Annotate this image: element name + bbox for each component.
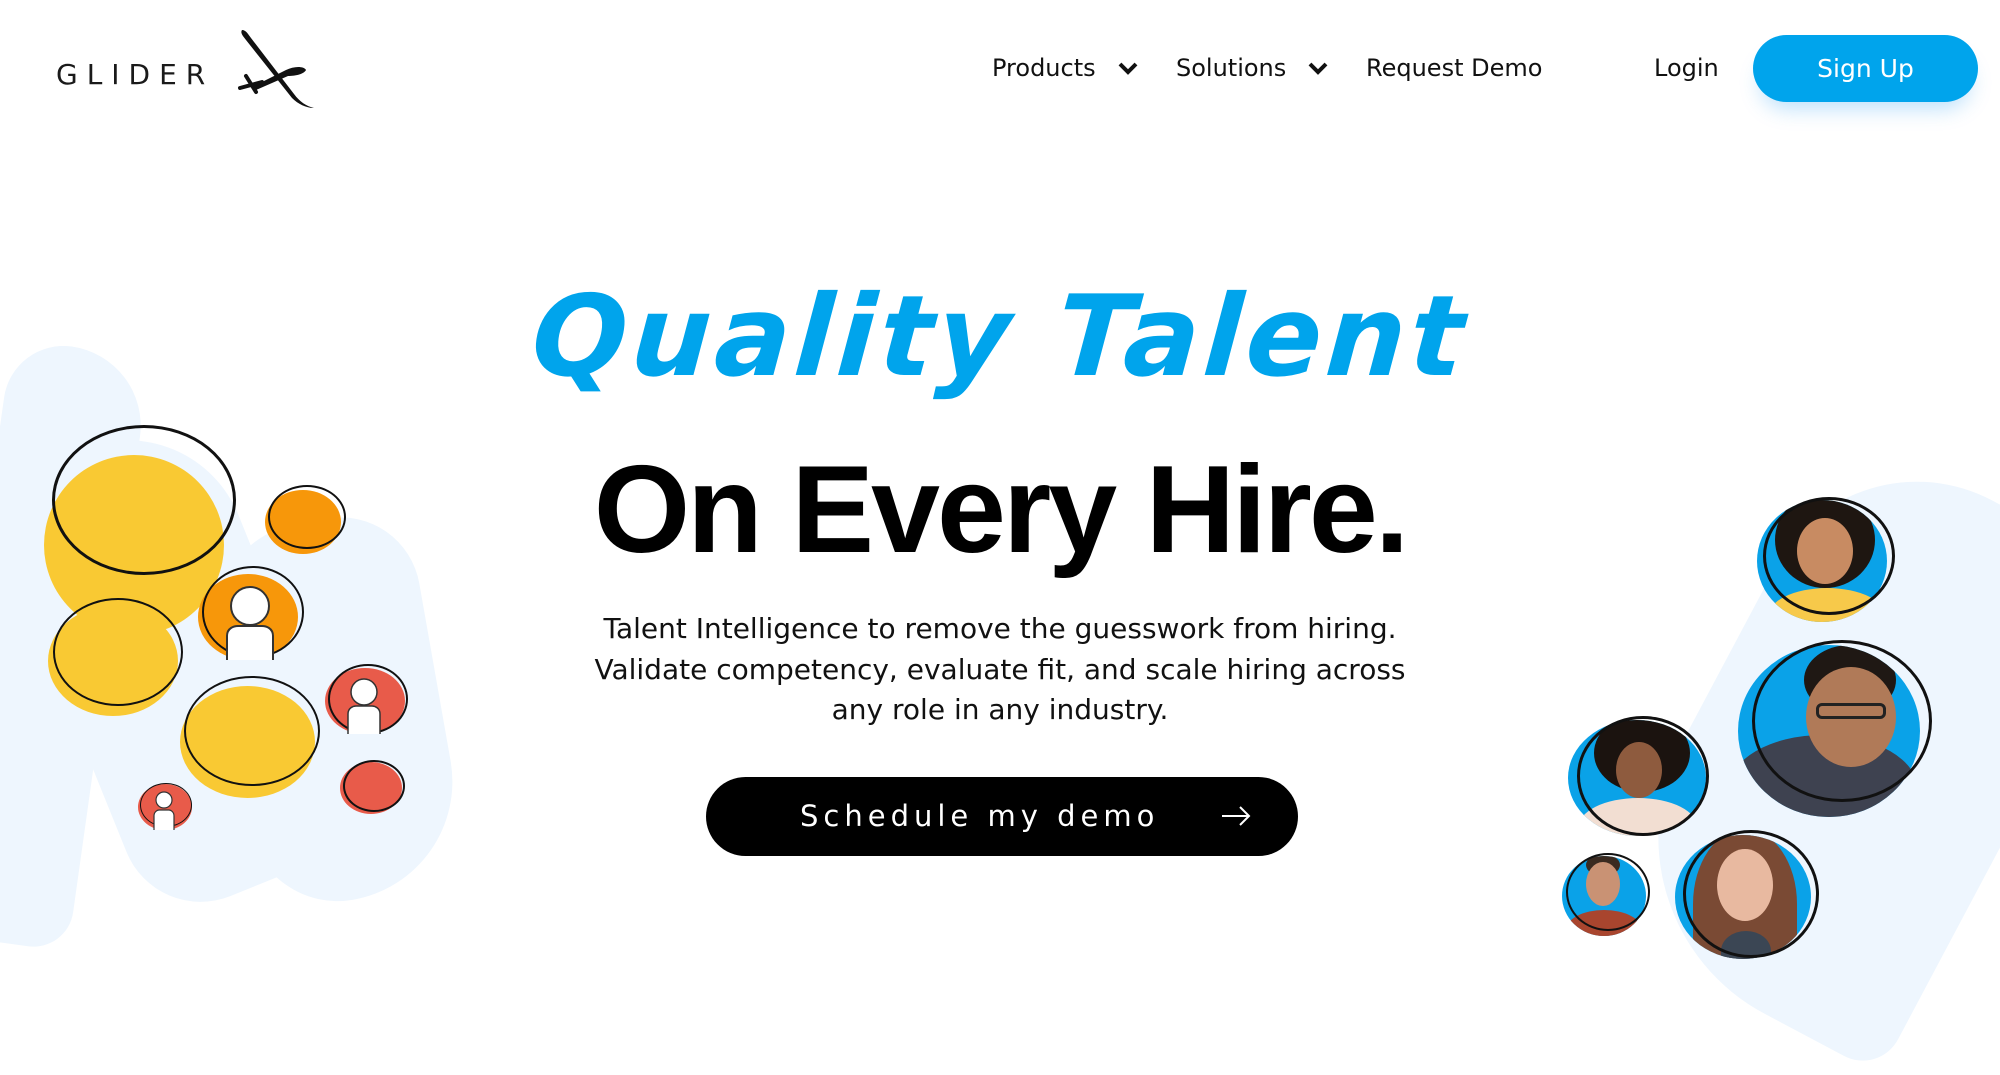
hero-headline-accent: Quality Talent (527, 272, 1473, 402)
schedule-demo-label: Schedule my demo (800, 799, 1160, 833)
glider-plane-icon[interactable] (234, 26, 320, 112)
person-icon (347, 678, 381, 734)
avatar-outline (1752, 640, 1932, 802)
circle-outline (53, 598, 183, 706)
arrow-right-icon (1222, 806, 1251, 826)
circle-outline (268, 485, 346, 549)
avatar-outline (1683, 830, 1819, 958)
avatar-outline (1566, 853, 1650, 931)
nav-products[interactable]: Products (992, 52, 1096, 84)
sign-up-button[interactable]: Sign Up (1753, 35, 1978, 102)
person-icon (226, 586, 274, 660)
logo-wordmark[interactable]: GLIDER (56, 58, 214, 91)
person-icon (153, 791, 175, 830)
schedule-demo-button[interactable]: Schedule my demo (706, 777, 1298, 856)
avatar-outline (1577, 716, 1709, 836)
circle-outline (343, 760, 405, 812)
circle-outline (52, 425, 236, 575)
avatar-outline (1763, 497, 1895, 615)
circle-outline (184, 676, 320, 786)
login-link[interactable]: Login (1654, 52, 1719, 84)
nav-request-demo[interactable]: Request Demo (1366, 52, 1542, 84)
hero-description: Talent Intelligence to remove the guessw… (594, 612, 1406, 726)
chevron-down-icon[interactable] (1308, 61, 1328, 75)
nav-solutions[interactable]: Solutions (1176, 52, 1286, 84)
chevron-down-icon[interactable] (1118, 61, 1138, 75)
